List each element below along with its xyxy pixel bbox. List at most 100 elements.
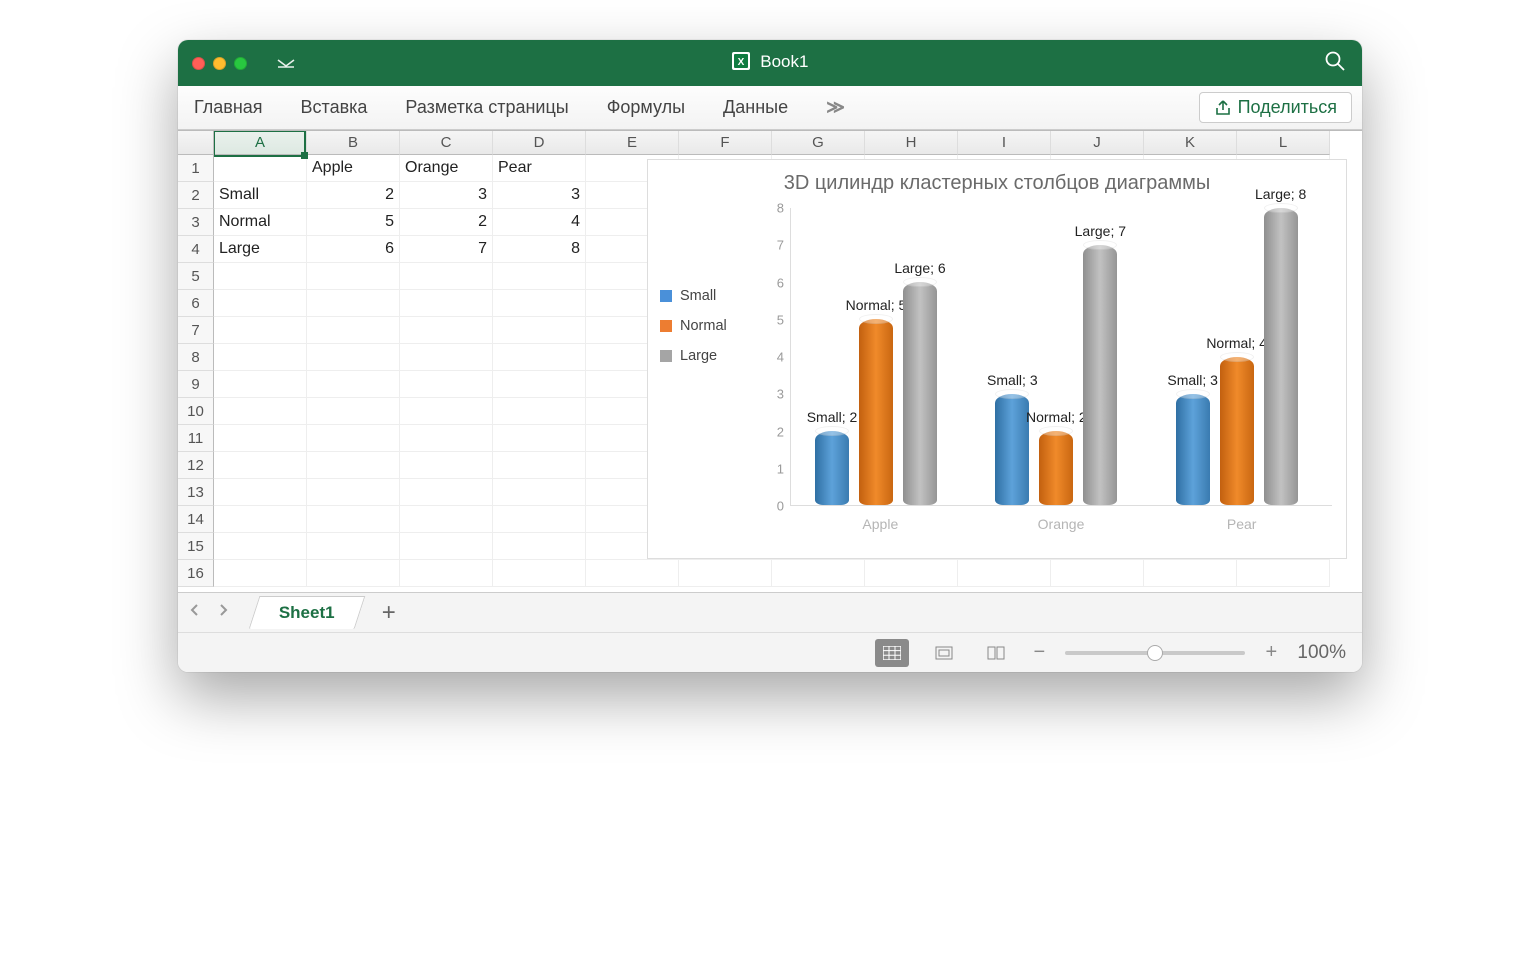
cell-C13[interactable] <box>400 479 493 506</box>
cell-D4[interactable]: 8 <box>493 236 586 263</box>
cell-A14[interactable] <box>214 506 307 533</box>
cell-C9[interactable] <box>400 371 493 398</box>
cell-D8[interactable] <box>493 344 586 371</box>
cell-B5[interactable] <box>307 263 400 290</box>
cell-C5[interactable] <box>400 263 493 290</box>
cell-C1[interactable]: Orange <box>400 155 493 182</box>
cell-A12[interactable] <box>214 452 307 479</box>
cell-A1[interactable] <box>214 155 307 182</box>
col-header-J[interactable]: J <box>1051 131 1144 155</box>
cell-K16[interactable] <box>1144 560 1237 587</box>
cell-A3[interactable]: Normal <box>214 209 307 236</box>
col-header-F[interactable]: F <box>679 131 772 155</box>
cell-A15[interactable] <box>214 533 307 560</box>
cell-D13[interactable] <box>493 479 586 506</box>
cell-D15[interactable] <box>493 533 586 560</box>
cell-C6[interactable] <box>400 290 493 317</box>
cell-B7[interactable] <box>307 317 400 344</box>
row-header-14[interactable]: 14 <box>178 506 214 533</box>
cell-C10[interactable] <box>400 398 493 425</box>
cell-A4[interactable]: Large <box>214 236 307 263</box>
col-header-L[interactable]: L <box>1237 131 1330 155</box>
col-header-K[interactable]: K <box>1144 131 1237 155</box>
select-all-corner[interactable] <box>178 131 214 155</box>
bar-orange-large[interactable] <box>1083 245 1117 505</box>
col-header-B[interactable]: B <box>307 131 400 155</box>
cell-A5[interactable] <box>214 263 307 290</box>
cell-B9[interactable] <box>307 371 400 398</box>
cell-A9[interactable] <box>214 371 307 398</box>
row-header-6[interactable]: 6 <box>178 290 214 317</box>
cell-L16[interactable] <box>1237 560 1330 587</box>
cell-D1[interactable]: Pear <box>493 155 586 182</box>
cell-D9[interactable] <box>493 371 586 398</box>
tab-layout[interactable]: Разметка страницы <box>399 93 574 122</box>
tab-home[interactable]: Главная <box>188 93 269 122</box>
col-header-H[interactable]: H <box>865 131 958 155</box>
cell-C15[interactable] <box>400 533 493 560</box>
share-button[interactable]: Поделиться <box>1199 92 1352 123</box>
cell-D5[interactable] <box>493 263 586 290</box>
cell-D6[interactable] <box>493 290 586 317</box>
col-header-E[interactable]: E <box>586 131 679 155</box>
cell-A11[interactable] <box>214 425 307 452</box>
view-page-break-button[interactable] <box>979 639 1013 667</box>
zoom-slider[interactable] <box>1065 651 1245 655</box>
maximize-window-button[interactable] <box>234 57 247 70</box>
cell-C3[interactable]: 2 <box>400 209 493 236</box>
tab-data[interactable]: Данные <box>717 93 794 122</box>
row-header-3[interactable]: 3 <box>178 209 214 236</box>
row-header-10[interactable]: 10 <box>178 398 214 425</box>
cell-A8[interactable] <box>214 344 307 371</box>
tabs-overflow[interactable]: ≫ <box>820 93 852 122</box>
cell-C4[interactable]: 7 <box>400 236 493 263</box>
cell-B14[interactable] <box>307 506 400 533</box>
cell-E16[interactable] <box>586 560 679 587</box>
cell-A16[interactable] <box>214 560 307 587</box>
row-header-9[interactable]: 9 <box>178 371 214 398</box>
cell-D16[interactable] <box>493 560 586 587</box>
cell-B3[interactable]: 5 <box>307 209 400 236</box>
col-header-G[interactable]: G <box>772 131 865 155</box>
col-header-C[interactable]: C <box>400 131 493 155</box>
cell-C11[interactable] <box>400 425 493 452</box>
sheet-nav-prev[interactable] <box>188 603 208 623</box>
row-header-12[interactable]: 12 <box>178 452 214 479</box>
cell-H16[interactable] <box>865 560 958 587</box>
sheet-tab-active[interactable]: Sheet1 <box>249 596 365 629</box>
cell-C16[interactable] <box>400 560 493 587</box>
minimize-window-button[interactable] <box>213 57 226 70</box>
bar-pear-normal[interactable] <box>1220 357 1254 506</box>
cell-D14[interactable] <box>493 506 586 533</box>
cell-A7[interactable] <box>214 317 307 344</box>
bar-orange-small[interactable] <box>995 394 1029 505</box>
bar-apple-normal[interactable] <box>859 319 893 505</box>
row-header-15[interactable]: 15 <box>178 533 214 560</box>
cell-D7[interactable] <box>493 317 586 344</box>
cell-D11[interactable] <box>493 425 586 452</box>
cell-B1[interactable]: Apple <box>307 155 400 182</box>
cell-D12[interactable] <box>493 452 586 479</box>
cell-B12[interactable] <box>307 452 400 479</box>
close-window-button[interactable] <box>192 57 205 70</box>
row-header-13[interactable]: 13 <box>178 479 214 506</box>
cell-A10[interactable] <box>214 398 307 425</box>
sheet-nav-next[interactable] <box>216 603 236 623</box>
cell-D10[interactable] <box>493 398 586 425</box>
row-header-1[interactable]: 1 <box>178 155 214 182</box>
cell-J16[interactable] <box>1051 560 1144 587</box>
cell-B13[interactable] <box>307 479 400 506</box>
cell-A2[interactable]: Small <box>214 182 307 209</box>
cell-B10[interactable] <box>307 398 400 425</box>
view-page-layout-button[interactable] <box>927 639 961 667</box>
embedded-chart[interactable]: 3D цилиндр кластерных столбцов диаграммы… <box>647 159 1347 559</box>
cell-C2[interactable]: 3 <box>400 182 493 209</box>
bar-apple-small[interactable] <box>815 431 849 505</box>
cell-A6[interactable] <box>214 290 307 317</box>
cell-B16[interactable] <box>307 560 400 587</box>
cell-B15[interactable] <box>307 533 400 560</box>
cell-F16[interactable] <box>679 560 772 587</box>
cell-D2[interactable]: 3 <box>493 182 586 209</box>
row-header-16[interactable]: 16 <box>178 560 214 587</box>
search-icon[interactable] <box>1324 50 1346 77</box>
